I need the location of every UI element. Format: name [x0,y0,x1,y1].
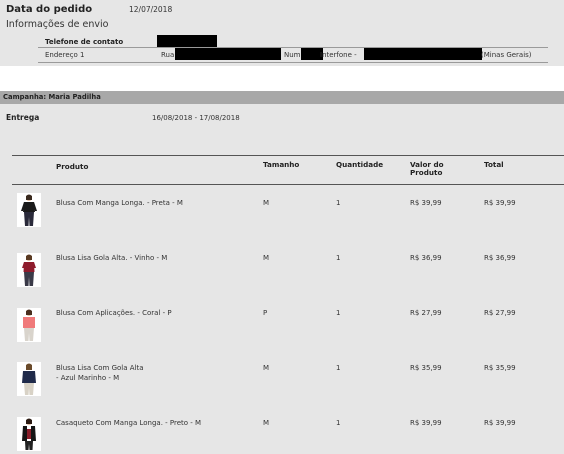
product-size: M [263,419,270,427]
product-name[interactable]: Blusa Com Aplicações. - Coral - P [56,309,172,318]
product-price: R$ 39,99 [410,199,442,207]
product-total: R$ 39,99 [484,199,516,207]
garment-bottom [24,328,34,341]
product-name[interactable]: Casaqueto Com Manga Longa. - Preto - M [56,419,201,428]
garment-top [23,262,35,272]
header-total: Total [484,160,504,169]
product-price: R$ 35,99 [410,364,442,372]
product-name[interactable]: Blusa Lisa Gola Alta. - Vinho - M [56,254,167,263]
campaign-panel [0,104,564,454]
product-name-line2[interactable]: - Azul Marinho - M [56,374,119,383]
table-header-rule [12,184,564,185]
product-total: R$ 27,99 [484,309,516,317]
garment-bottom [24,272,34,286]
garment-top [23,202,35,212]
product-price: R$ 39,99 [410,419,442,427]
address-label: Endereço 1 [45,51,85,59]
product-price: R$ 27,99 [410,309,442,317]
shipping-info-title: Informações de envio [6,19,109,30]
product-thumbnail[interactable] [17,193,41,227]
order-date-label: Data do pedido [6,4,93,15]
product-name[interactable]: Blusa Com Manga Longa. - Preta - M [56,199,183,208]
divider [38,62,548,63]
address-intercom-redacted [364,48,482,60]
header-product-value: Valor do Produto [410,160,444,177]
product-total: R$ 36,99 [484,254,516,262]
address-number-prefix: Num [284,51,301,59]
product-quantity: 1 [336,364,341,372]
address-intercom-prefix: Interfone - [320,51,357,59]
garment-top [22,371,36,383]
address-street-redacted [175,48,281,60]
product-total: R$ 35,99 [484,364,516,372]
product-quantity: 1 [336,199,341,207]
product-thumbnail[interactable] [17,417,41,451]
phone-redacted [157,35,217,47]
order-date-value: 12/07/2018 [129,5,173,14]
product-name-line1[interactable]: Blusa Lisa Com Gola Alta [56,364,144,373]
address-state: (Minas Gerais) [481,51,532,59]
product-price: R$ 36,99 [410,254,442,262]
product-quantity: 1 [336,254,341,262]
product-thumbnail[interactable] [17,253,41,287]
garment-bottom [24,212,34,226]
product-size: M [263,199,270,207]
product-thumbnail[interactable] [17,308,41,342]
delivery-label: Entrega [6,113,40,122]
product-size: M [263,364,270,372]
product-size: M [263,254,270,262]
phone-label: Telefone de contato [45,38,124,46]
delivery-value: 16/08/2018 - 17/08/2018 [152,114,240,122]
product-quantity: 1 [336,419,341,427]
header-size: Tamanho [263,160,300,169]
product-size: P [263,309,268,317]
address-street-prefix: Rua [161,51,175,59]
garment-top [23,317,35,328]
garment-bottom [24,383,34,395]
campaign-title: Campanha: Maria Padilha [3,93,101,101]
header-product: Produto [56,162,89,171]
product-thumbnail[interactable] [17,362,41,396]
table-top-rule [12,155,564,156]
product-total: R$ 39,99 [484,419,516,427]
header-quantity: Quantidade [336,160,384,169]
product-quantity: 1 [336,309,341,317]
